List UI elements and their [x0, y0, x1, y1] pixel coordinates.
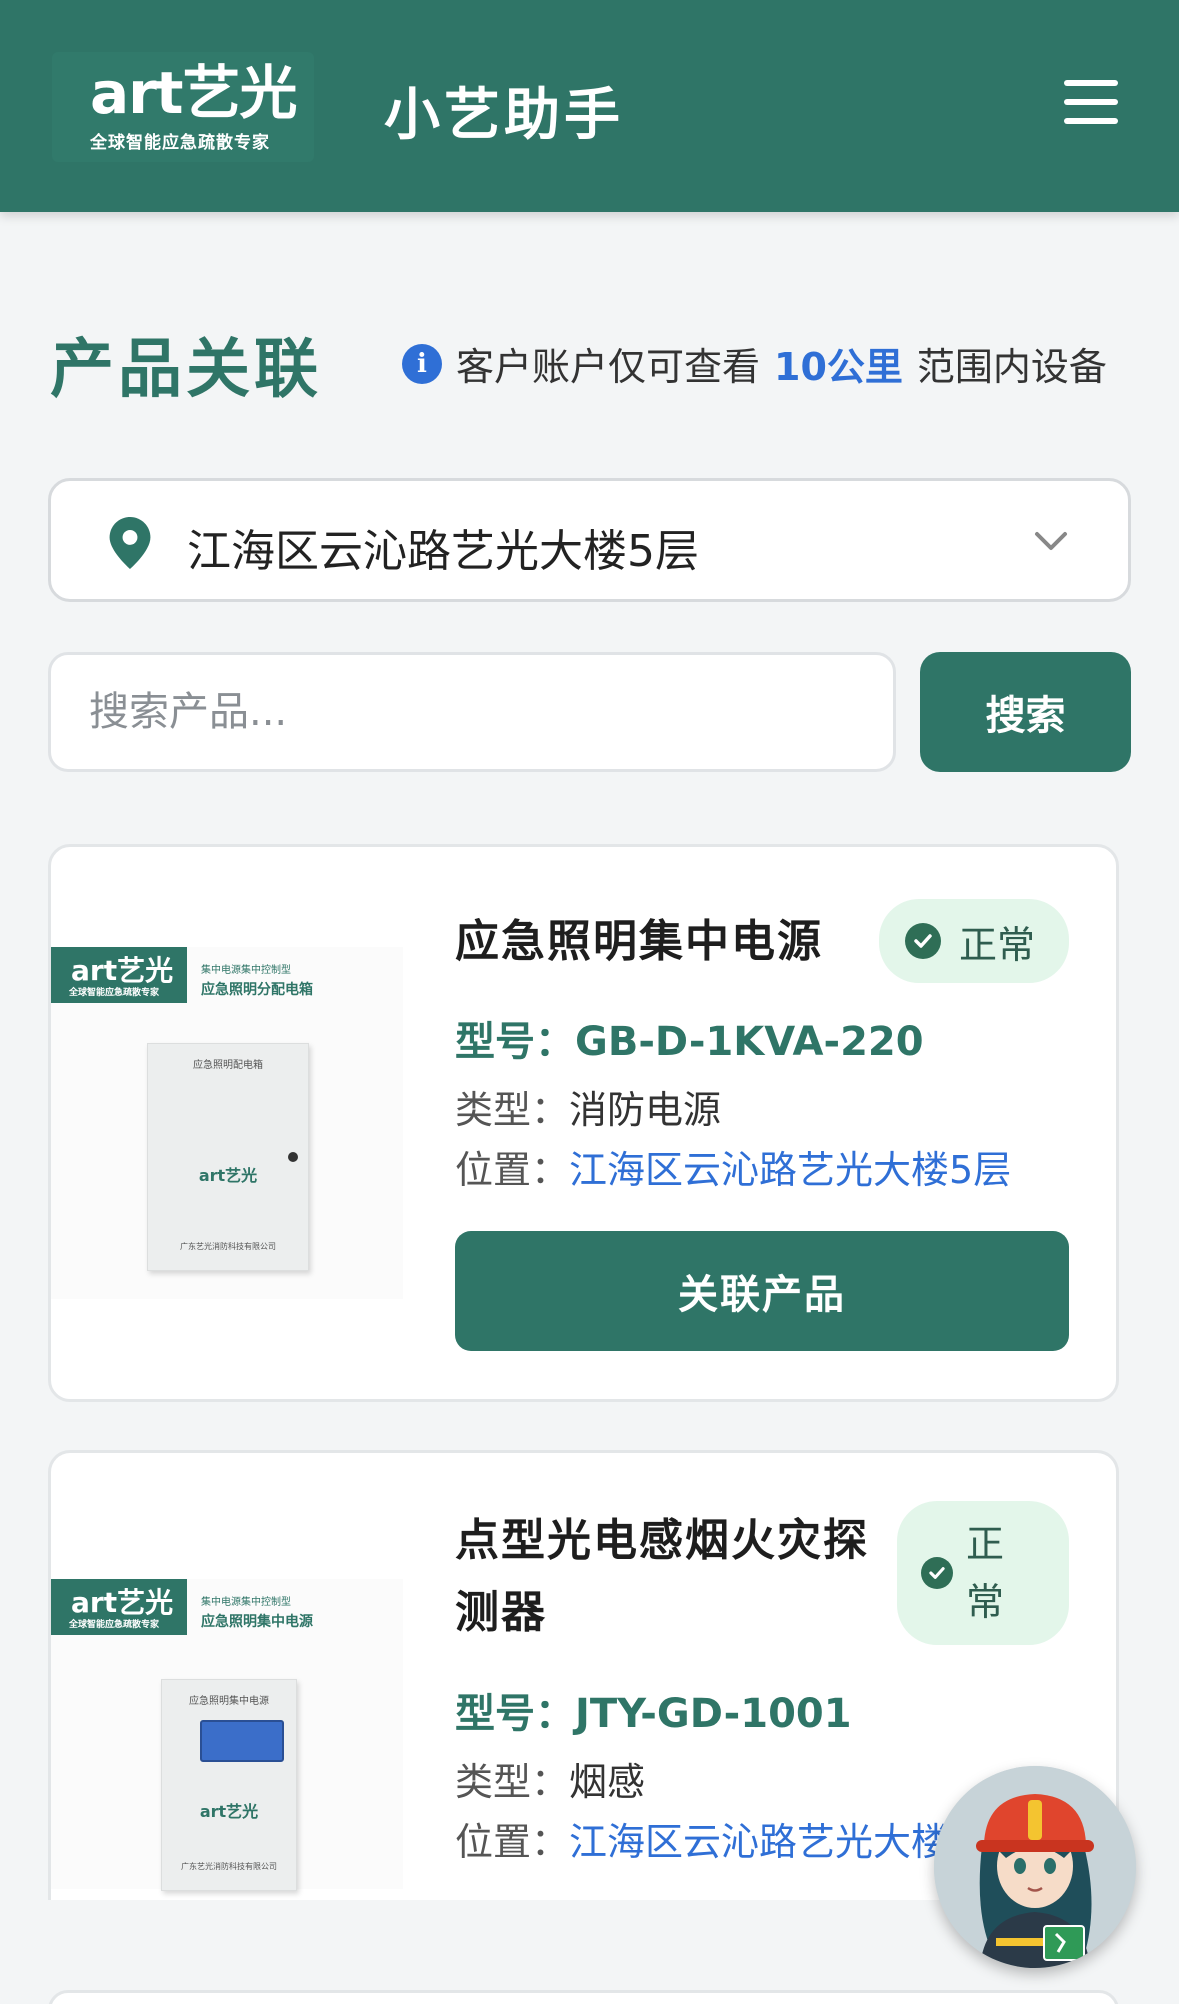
model-value: JTY-GD-1001: [575, 1691, 852, 1737]
status-text: 正常: [959, 922, 1036, 967]
product-card-partial: [48, 1990, 1119, 2004]
product-type: 类型：消防电源: [455, 1079, 721, 1134]
status-badge: 正 常: [897, 1501, 1069, 1645]
device-lock: [288, 1152, 298, 1162]
product-image-device: 应急照明配电箱 art艺光 广东艺光消防科技有限公司: [147, 1043, 309, 1271]
type-value: 烟感: [569, 1760, 646, 1804]
menu-bar: [1064, 80, 1118, 86]
product-location: 位置：江海区云沁路艺光大楼5层: [455, 1139, 1011, 1194]
logo-wordmark: art艺光: [90, 59, 297, 127]
product-image: art艺光 全球智能应急疏散专家 集中电源集中控制型 应急照明分配电箱 应急照明…: [51, 947, 403, 1299]
product-image-logo-tagline: 全球智能应急疏散专家: [69, 1620, 160, 1630]
app-header: art艺光 全球智能应急疏散专家 小艺助手: [0, 0, 1179, 212]
product-image-logo: art艺光 全球智能应急疏散专家: [51, 947, 187, 1003]
check-circle-icon: [905, 923, 941, 959]
status-text-line: 常: [965, 1580, 1004, 1624]
assistant-avatar-button[interactable]: [934, 1766, 1136, 1968]
check-circle-icon: [921, 1557, 953, 1589]
model-label: 型号：: [455, 1691, 575, 1737]
page: art艺光 全球智能应急疏散专家 小艺助手 产品关联 i 客户账户仅可查看 10…: [0, 0, 1179, 2004]
type-label: 类型：: [455, 1088, 570, 1132]
selected-location: 江海区云沁路艺光大楼5层: [187, 526, 699, 577]
product-image-logo-text: art艺光: [71, 1586, 174, 1619]
location-link[interactable]: 江海区云沁路艺光大楼5层: [569, 1148, 1011, 1192]
link-product-button[interactable]: 关联产品: [455, 1231, 1069, 1351]
product-image-banner: art艺光 全球智能应急疏散专家 集中电源集中控制型 应急照明集中电源: [51, 1579, 403, 1635]
product-image-logo: art艺光 全球智能应急疏散专家: [51, 1579, 187, 1635]
model-label: 型号：: [455, 1019, 575, 1065]
page-title: 产品关联: [50, 333, 322, 407]
location-label: 位置：: [455, 1148, 570, 1192]
product-image-caption: 应急照明集中电源: [201, 1614, 313, 1630]
status-text-line: 正: [965, 1522, 1004, 1566]
product-search-input[interactable]: [48, 652, 896, 772]
app-title: 小艺助手: [384, 83, 624, 148]
product-card: art艺光 全球智能应急疏散专家 集中电源集中控制型 应急照明分配电箱 应急照明…: [48, 844, 1119, 1402]
menu-bar: [1064, 99, 1118, 105]
menu-bar: [1064, 118, 1118, 124]
product-location: 位置：江海区云沁路艺光大楼: [455, 1811, 949, 1866]
model-value: GB-D-1KVA-220: [575, 1019, 924, 1065]
location-link[interactable]: 江海区云沁路艺光大楼: [569, 1820, 949, 1864]
product-name: 应急照明集中电源: [455, 916, 823, 967]
product-image-device: 应急照明集中电源 art艺光 广东艺光消防科技有限公司: [161, 1679, 297, 1891]
product-image: art艺光 全球智能应急疏散专家 集中电源集中控制型 应急照明集中电源 应急照明…: [51, 1579, 403, 1891]
logo-tagline: 全球智能应急疏散专家: [90, 133, 270, 153]
hamburger-menu-icon[interactable]: [1064, 80, 1122, 128]
location-select[interactable]: 江海区云沁路艺光大楼5层: [48, 478, 1131, 602]
device-display-panel: [200, 1720, 284, 1762]
location-pin-icon: [109, 517, 151, 569]
product-type: 类型：烟感: [455, 1751, 645, 1806]
device-manufacturer: 广东艺光消防科技有限公司: [181, 1862, 277, 1871]
brand-logo[interactable]: art艺光 全球智能应急疏散专家: [52, 52, 314, 162]
product-model: 型号：GB-D-1KVA-220: [455, 1009, 924, 1067]
notice-range-highlight: 10公里: [774, 345, 903, 389]
type-label: 类型：: [455, 1760, 570, 1804]
range-notice: i 客户账户仅可查看 10公里 范围内设备: [402, 336, 1107, 391]
info-icon: i: [402, 343, 442, 384]
search-button[interactable]: 搜索: [920, 652, 1131, 772]
device-manufacturer: 广东艺光消防科技有限公司: [180, 1242, 276, 1251]
product-image-caption-small: 集中电源集中控制型: [201, 965, 291, 976]
device-label: 应急照明配电箱: [193, 1060, 263, 1071]
device-label: 应急照明集中电源: [189, 1696, 269, 1707]
location-label: 位置：: [455, 1820, 570, 1864]
product-image-caption-small: 集中电源集中控制型: [201, 1597, 291, 1608]
product-model: 型号：JTY-GD-1001: [455, 1681, 852, 1739]
device-logo: art艺光: [199, 1802, 259, 1821]
product-image-logo-text: art艺光: [71, 954, 174, 987]
product-image-banner: art艺光 全球智能应急疏散专家 集中电源集中控制型 应急照明分配电箱: [51, 947, 403, 1003]
product-image-logo-tagline: 全球智能应急疏散专家: [69, 988, 160, 998]
chevron-down-icon: [1035, 532, 1067, 550]
status-badge: 正常: [879, 899, 1069, 983]
status-text: 正 常: [965, 1515, 1005, 1631]
notice-prefix: 客户账户仅可查看: [456, 345, 761, 389]
product-image-caption: 应急照明分配电箱: [201, 982, 313, 998]
type-value: 消防电源: [569, 1088, 722, 1132]
device-logo: art艺光: [198, 1166, 258, 1185]
firefighter-avatar-icon: [934, 1766, 1136, 1968]
product-name: 点型光电感烟火灾探测器: [455, 1515, 869, 1638]
notice-suffix: 范围内设备: [916, 345, 1107, 389]
